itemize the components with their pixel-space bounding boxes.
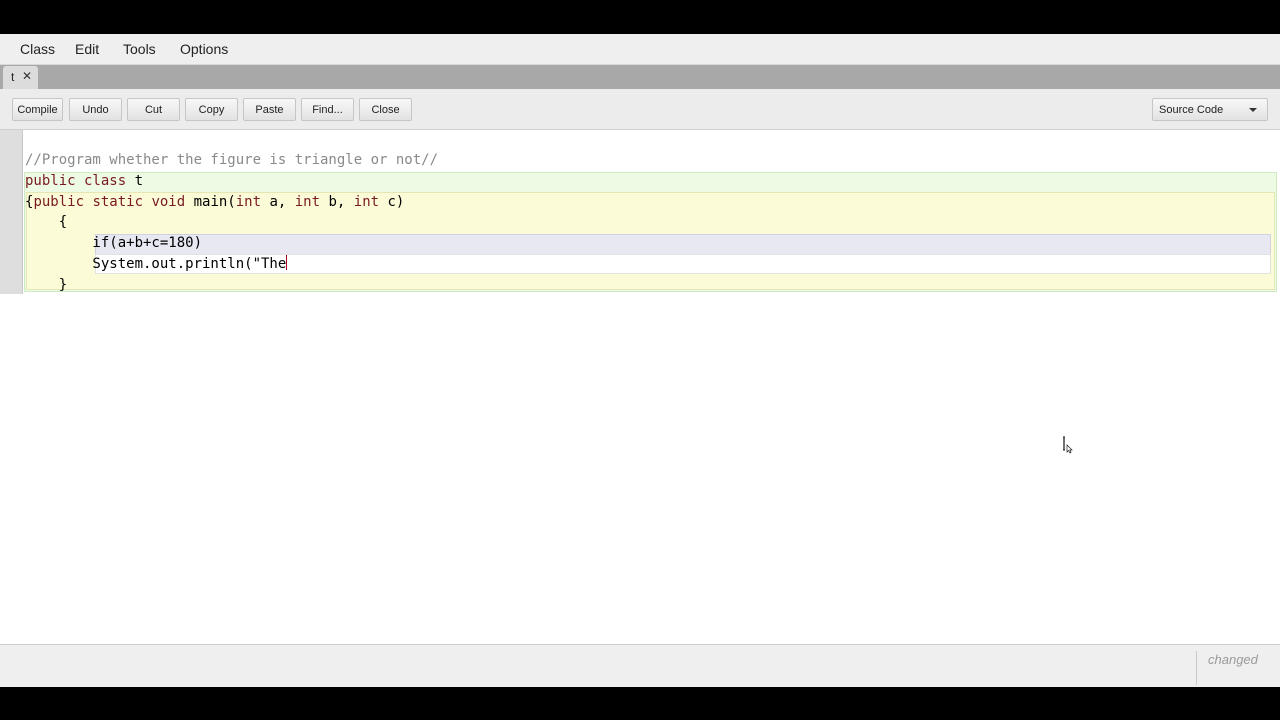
- menu-bar: Class Edit Tools Options: [0, 34, 1280, 65]
- source-code[interactable]: //Program whether the figure is triangle…: [25, 150, 438, 296]
- method-open-brace: {: [25, 214, 68, 231]
- keyword-int: int: [353, 193, 380, 210]
- copy-button[interactable]: Copy: [185, 98, 238, 121]
- method-close-brace: }: [25, 276, 68, 293]
- status-divider: [1196, 651, 1197, 685]
- code-editor[interactable]: //Program whether the figure is triangle…: [0, 130, 1280, 644]
- tab-strip: t ✕: [0, 65, 1280, 89]
- param-b: b,: [320, 193, 354, 210]
- cut-button[interactable]: Cut: [127, 98, 180, 121]
- text-cursor-icon: [1063, 436, 1073, 454]
- chevron-down-icon: [1249, 108, 1257, 112]
- view-select-value: Source Code: [1159, 104, 1224, 116]
- keyword-int: int: [235, 193, 262, 210]
- keyword-public-class: public class: [25, 172, 127, 189]
- tab-t[interactable]: t ✕: [3, 66, 38, 89]
- line-gutter[interactable]: [0, 130, 23, 294]
- param-c: c): [379, 193, 405, 210]
- menu-edit[interactable]: Edit: [75, 41, 99, 57]
- menu-tools[interactable]: Tools: [123, 41, 156, 57]
- menu-options[interactable]: Options: [180, 41, 228, 57]
- find-button[interactable]: Find...: [301, 98, 354, 121]
- code-comment: //Program whether the figure is triangle…: [25, 152, 439, 168]
- close-button[interactable]: Close: [359, 98, 412, 121]
- paste-button[interactable]: Paste: [243, 98, 296, 121]
- param-a: a,: [261, 193, 295, 210]
- undo-button[interactable]: Undo: [69, 98, 122, 121]
- toolbar: Compile Undo Cut Copy Paste Find... Clos…: [0, 89, 1280, 130]
- view-select[interactable]: Source Code: [1152, 98, 1268, 121]
- class-name: t: [126, 172, 144, 189]
- keyword-int: int: [294, 193, 321, 210]
- compile-button[interactable]: Compile: [12, 98, 63, 121]
- status-bar: changed: [0, 644, 1280, 687]
- keyword-public-static-void: public static void: [33, 193, 186, 210]
- menu-class[interactable]: Class: [20, 41, 55, 57]
- if-statement: if(a+b+c=180): [25, 235, 203, 252]
- println-statement: System.out.println("The: [25, 255, 287, 272]
- bluej-editor-window: Class Edit Tools Options t ✕ Compile Und…: [0, 34, 1280, 687]
- tab-label: t: [11, 70, 15, 84]
- text-caret: [286, 254, 288, 270]
- status-text: changed: [1208, 652, 1258, 667]
- method-signature: main(: [185, 193, 236, 210]
- close-icon[interactable]: ✕: [22, 69, 32, 83]
